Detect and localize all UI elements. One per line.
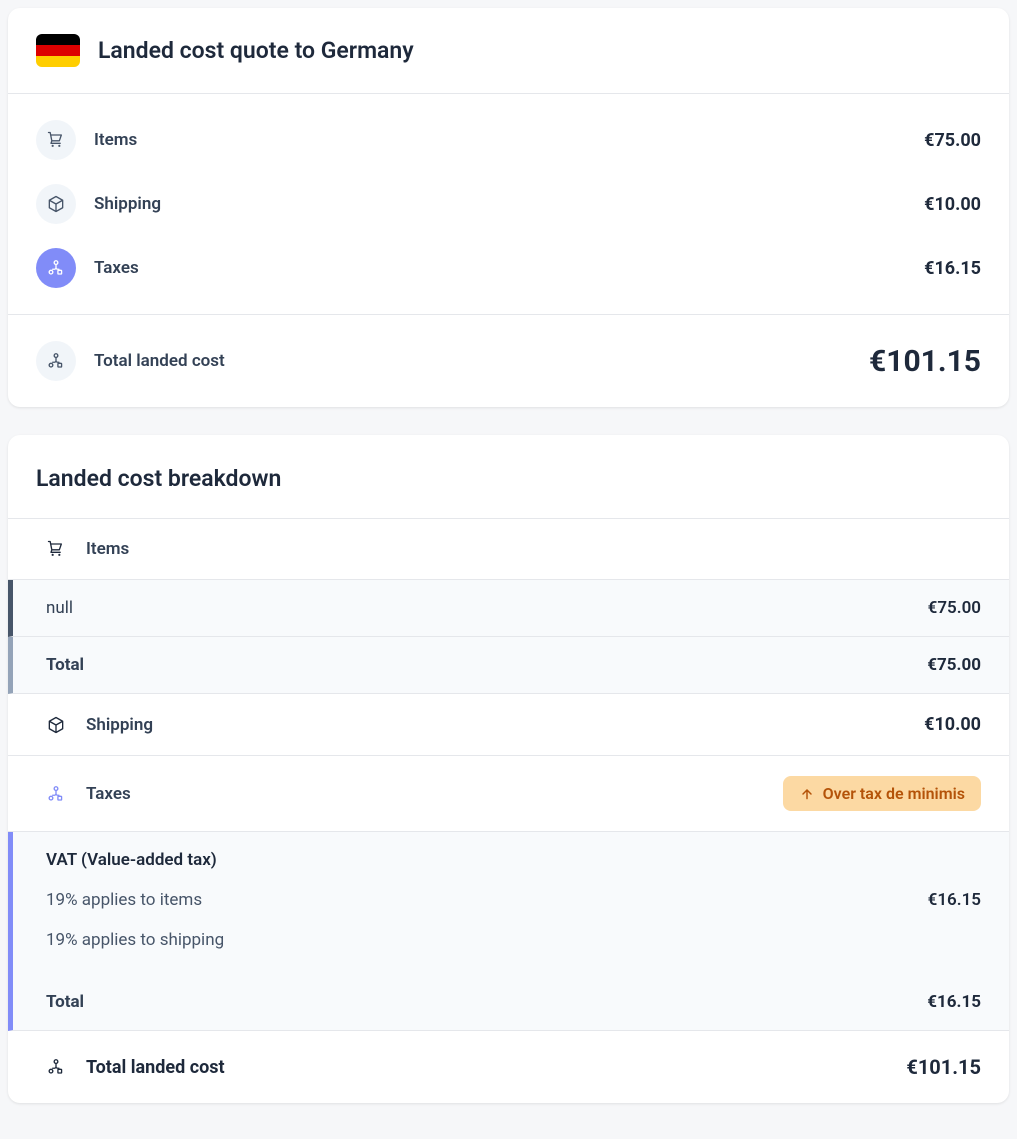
summary-row-taxes: Taxes €16.15 xyxy=(8,236,1009,300)
summary-value: €75.00 xyxy=(924,130,981,151)
breakdown-title: Landed cost breakdown xyxy=(36,465,981,492)
cart-icon xyxy=(46,539,66,559)
breakdown-section-taxes: Taxes Over tax de minimis xyxy=(8,756,1009,832)
vat-line-label: 19% applies to shipping xyxy=(46,930,224,950)
quote-total-row: Total landed cost €101.15 xyxy=(8,314,1009,407)
breakdown-header: Landed cost breakdown xyxy=(8,435,1009,519)
badge-text: Over tax de minimis xyxy=(823,784,965,803)
breakdown-section-items: Items xyxy=(8,519,1009,580)
summary-value: €16.15 xyxy=(924,258,981,279)
section-label: Items xyxy=(86,539,129,559)
taxes-total-label: Total xyxy=(46,992,84,1012)
over-de-minimis-badge: Over tax de minimis xyxy=(783,776,981,811)
section-label: Shipping xyxy=(86,715,153,735)
taxes-total-value: €16.15 xyxy=(927,992,981,1012)
summary-label: Items xyxy=(94,130,137,150)
item-line-label: null xyxy=(46,598,73,618)
quote-title: Landed cost quote to Germany xyxy=(98,37,414,64)
arrow-up-icon xyxy=(799,786,815,802)
taxes-total-block: Total €16.15 xyxy=(8,974,1009,1031)
vat-line: 19% applies to items €16.15 xyxy=(46,890,981,910)
quote-card: Landed cost quote to Germany Items €75.0… xyxy=(8,8,1009,407)
items-total-row: Total €75.00 xyxy=(13,637,1009,693)
total-label: Total landed cost xyxy=(94,351,225,371)
items-total-label: Total xyxy=(46,655,84,675)
breakdown-card: Landed cost breakdown Items null €75.00 … xyxy=(8,435,1009,1103)
box-icon xyxy=(36,184,76,224)
vat-line-label: 19% applies to items xyxy=(46,890,202,910)
items-detail-block: null €75.00 xyxy=(8,580,1009,637)
nodes-icon xyxy=(36,248,76,288)
footer-total-value: €101.15 xyxy=(906,1055,981,1079)
germany-flag-icon xyxy=(36,34,80,67)
summary-value: €10.00 xyxy=(924,194,981,215)
summary-row-items: Items €75.00 xyxy=(8,108,1009,172)
vat-line-value: €16.15 xyxy=(928,890,981,910)
vat-detail-block: VAT (Value-added tax) 19% applies to ite… xyxy=(8,832,1009,974)
breakdown-section-shipping: Shipping €10.00 xyxy=(8,694,1009,756)
nodes-icon xyxy=(36,341,76,381)
taxes-total-row: Total €16.15 xyxy=(13,974,1009,1030)
summary-label: Shipping xyxy=(94,194,161,214)
quote-header: Landed cost quote to Germany xyxy=(8,8,1009,94)
quote-summary: Items €75.00 Shipping €10.00 Taxes €16.1… xyxy=(8,94,1009,314)
vat-line: 19% applies to shipping xyxy=(46,930,981,950)
cart-icon xyxy=(36,120,76,160)
item-line: null €75.00 xyxy=(13,580,1009,636)
box-icon xyxy=(46,715,66,735)
items-total-block: Total €75.00 xyxy=(8,637,1009,694)
summary-row-shipping: Shipping €10.00 xyxy=(8,172,1009,236)
vat-title: VAT (Value-added tax) xyxy=(46,850,981,870)
item-line-value: €75.00 xyxy=(928,598,981,618)
items-total-value: €75.00 xyxy=(927,655,981,675)
nodes-icon xyxy=(46,1057,66,1077)
nodes-icon xyxy=(46,784,66,804)
total-value: €101.15 xyxy=(869,344,981,379)
section-label: Taxes xyxy=(86,784,131,804)
summary-label: Taxes xyxy=(94,258,139,278)
footer-total-label: Total landed cost xyxy=(86,1057,225,1078)
breakdown-footer-row: Total landed cost €101.15 xyxy=(8,1031,1009,1103)
shipping-value: €10.00 xyxy=(924,714,981,735)
